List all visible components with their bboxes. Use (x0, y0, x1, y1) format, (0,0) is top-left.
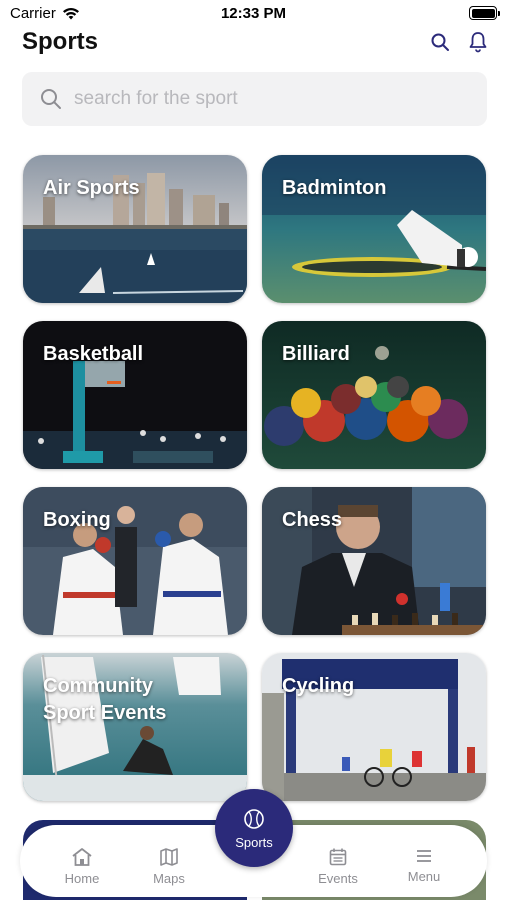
sport-card-badminton[interactable]: Badminton (262, 155, 486, 303)
sport-card-label: Billiard (282, 343, 350, 365)
nav-home-label: Home (64, 871, 100, 886)
sport-card-label: Community Sport Events (43, 675, 167, 724)
sport-card-label: Chess (282, 509, 343, 531)
menu-icon (417, 850, 431, 862)
home-icon (72, 848, 92, 866)
sport-card-label: Badminton (282, 177, 387, 199)
bell-icon[interactable] (466, 30, 490, 54)
sport-card-air-sports[interactable]: Air Sports (23, 155, 247, 303)
sport-card-community-sport-events[interactable]: Community Sport Events (23, 653, 247, 801)
nav-events-label: Events (318, 871, 358, 886)
search-icon[interactable] (428, 30, 452, 54)
nav-menu[interactable]: Menu (384, 847, 464, 884)
search-icon (41, 89, 61, 109)
nav-maps[interactable]: Maps (129, 847, 209, 886)
nav-home[interactable]: Home (42, 847, 122, 886)
nav-sports-label: Sports (235, 834, 273, 850)
sport-card-chess[interactable]: Chess (262, 487, 486, 635)
sport-card-label: Boxing (43, 509, 111, 531)
sport-card-billiard[interactable]: Billiard (262, 321, 486, 469)
battery-icon (469, 6, 500, 20)
sport-card-label: Air Sports (43, 177, 140, 199)
calendar-icon (329, 848, 347, 866)
nav-menu-label: Menu (407, 869, 441, 884)
clock: 12:33 PM (220, 5, 287, 22)
sport-card-boxing[interactable]: Boxing (23, 487, 247, 635)
nav-sports-button[interactable]: Sports (215, 789, 293, 867)
search-input[interactable] (74, 88, 454, 110)
sport-card-label: Basketball (43, 343, 144, 365)
nav-maps-label: Maps (153, 871, 185, 886)
sport-card-label: Cycling (282, 675, 355, 697)
map-icon (160, 848, 178, 866)
search-bar[interactable] (22, 72, 487, 126)
header: Sports (0, 24, 507, 60)
page-title: Sports (22, 28, 99, 55)
sports-ball-icon (244, 808, 264, 829)
nav-events[interactable]: Events (298, 847, 378, 886)
sport-card-cycling[interactable]: Cycling (262, 653, 486, 801)
sport-card-basketball[interactable]: Basketball (23, 321, 247, 469)
